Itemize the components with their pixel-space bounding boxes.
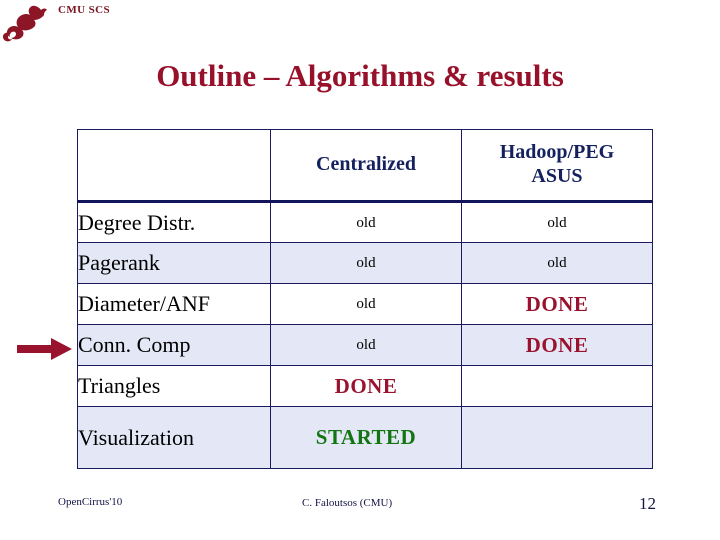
algorithms-results-table: Centralized Hadoop/PEG ASUS Degree Distr… <box>77 129 653 469</box>
table-row: Degree Distr. old old <box>77 201 653 243</box>
status-value: old <box>356 337 376 353</box>
cell-hadoop <box>461 365 653 407</box>
column-header-hadoop-line2: ASUS <box>531 165 583 187</box>
cell-centralized: old <box>270 242 462 284</box>
cell-hadoop <box>461 406 653 469</box>
row-task-label: Diameter/ANF <box>77 283 271 325</box>
right-arrow-icon <box>17 338 72 360</box>
scs-dragon-logo-icon <box>2 5 48 42</box>
table-row: Diameter/ANF old DONE <box>77 283 653 325</box>
status-value: old <box>547 255 567 271</box>
status-badge: DONE <box>525 332 589 357</box>
row-task-label: Pagerank <box>77 242 271 284</box>
row-task-label: Conn. Comp <box>77 324 271 366</box>
slide-header-band: CMU SCS <box>0 0 720 52</box>
cell-centralized: STARTED <box>270 406 462 469</box>
cell-hadoop: DONE <box>461 283 653 325</box>
status-badge: DONE <box>525 291 589 316</box>
cell-centralized: old <box>270 283 462 325</box>
status-badge: STARTED <box>315 425 417 449</box>
footer-author: C. Faloutsos (CMU) <box>302 497 393 509</box>
cell-centralized: DONE <box>270 365 462 407</box>
status-badge: DONE <box>334 373 398 398</box>
table-row: Visualization STARTED <box>77 406 653 469</box>
status-value: old <box>356 255 376 271</box>
row-task-label: Visualization <box>77 406 271 469</box>
table-row: Triangles DONE <box>77 365 653 407</box>
cell-hadoop: old <box>461 242 653 284</box>
footer-venue: OpenCirrus'10 <box>58 496 123 508</box>
slide-number: 12 <box>639 494 656 513</box>
column-header-task <box>77 129 271 203</box>
column-header-centralized: Centralized <box>270 129 462 203</box>
brand-label: CMU SCS <box>58 4 110 16</box>
table-header-row: Centralized Hadoop/PEG ASUS <box>77 129 653 203</box>
status-value: old <box>356 296 376 312</box>
cell-hadoop: DONE <box>461 324 653 366</box>
cell-centralized: old <box>270 324 462 366</box>
row-task-label: Triangles <box>77 365 271 407</box>
table-row: Conn. Comp old DONE <box>77 324 653 366</box>
cell-hadoop: old <box>461 201 653 243</box>
column-header-hadoop: Hadoop/PEG ASUS <box>461 129 653 203</box>
column-header-hadoop-line1: Hadoop/PEG <box>499 141 615 164</box>
row-task-label: Degree Distr. <box>77 201 271 243</box>
status-value: old <box>547 214 567 231</box>
status-value: old <box>356 214 376 231</box>
page-title: Outline – Algorithms & results <box>156 58 564 93</box>
cell-centralized: old <box>270 201 462 243</box>
table-row: Pagerank old old <box>77 242 653 284</box>
